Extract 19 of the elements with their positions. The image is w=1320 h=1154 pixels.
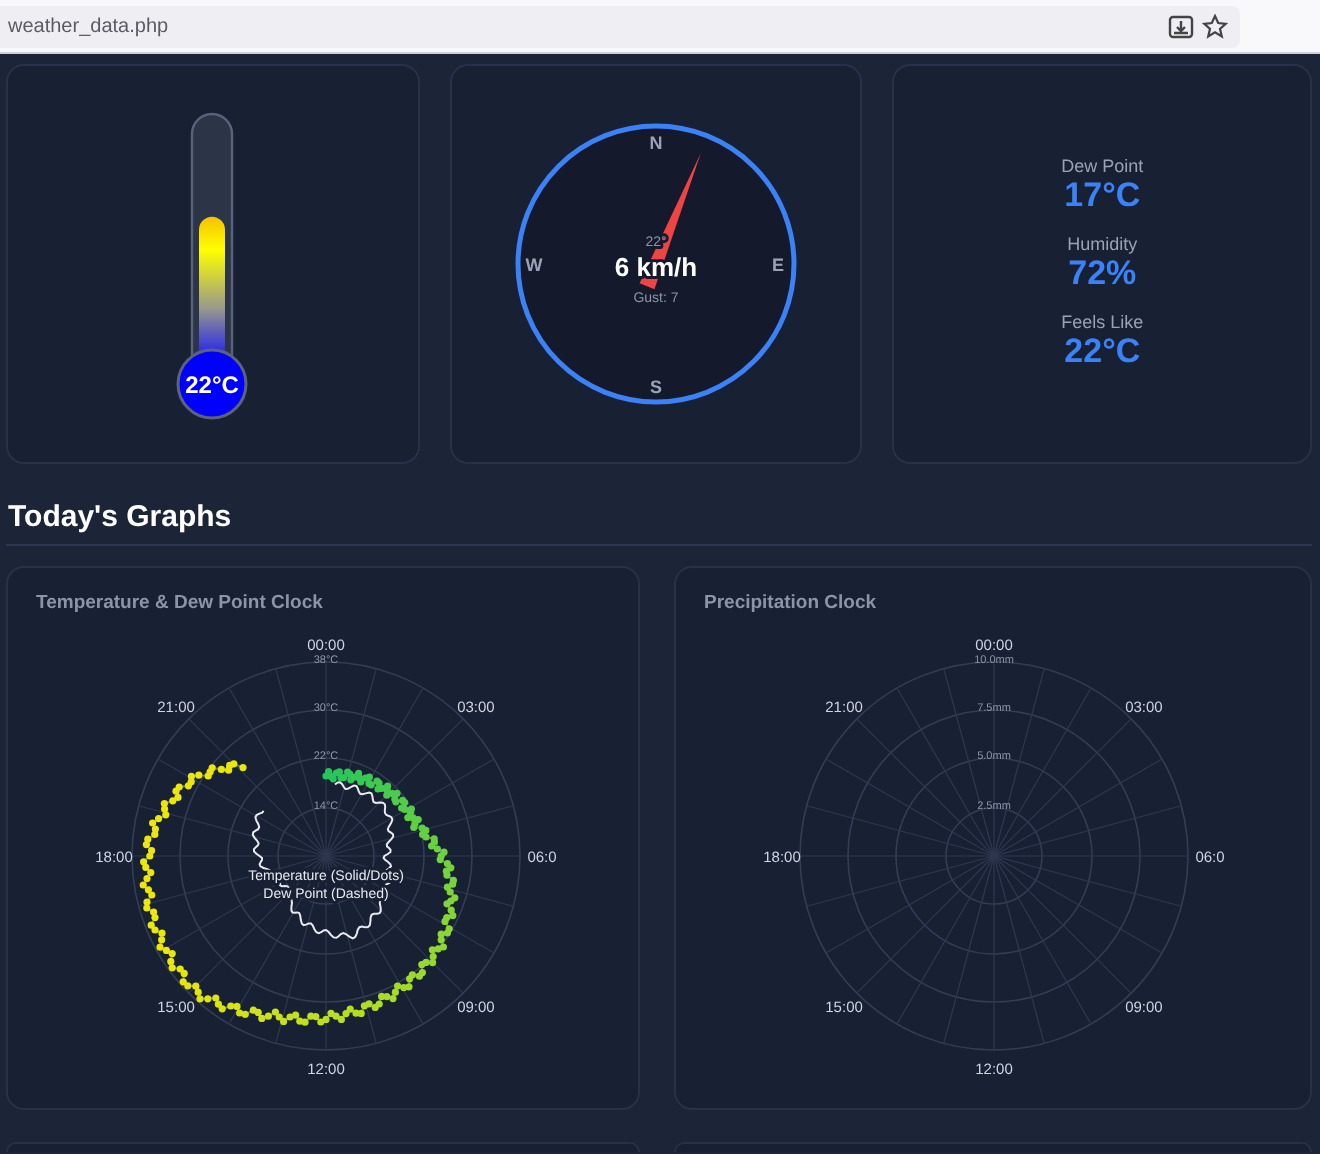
stat-label: Humidity [1067,234,1138,254]
address-field[interactable]: weather_data.php [0,5,1240,47]
download-icon[interactable] [1168,13,1194,39]
stat-value: 22°C [1064,332,1141,372]
compass-point: N [649,133,663,153]
stat-label: Feels Like [1061,312,1144,332]
compass-point: E [772,255,784,275]
stat-value: 17°C [1064,176,1141,216]
stat-label: Dew Point [1061,156,1144,176]
chart-title: Temperature & Dew Point Clock [36,592,325,614]
chart-title: Precipitation Clock [704,592,879,614]
url-text: weather_data.php [8,15,171,37]
thermometer-bulb [177,348,249,420]
compass-point: S [650,377,662,397]
temperature-reading: 22°C [185,371,240,399]
star-icon[interactable] [1202,13,1228,39]
stat-value: 72% [1068,254,1137,294]
compass-point: W [525,255,543,275]
section-heading: Today's Graphs [8,500,234,534]
